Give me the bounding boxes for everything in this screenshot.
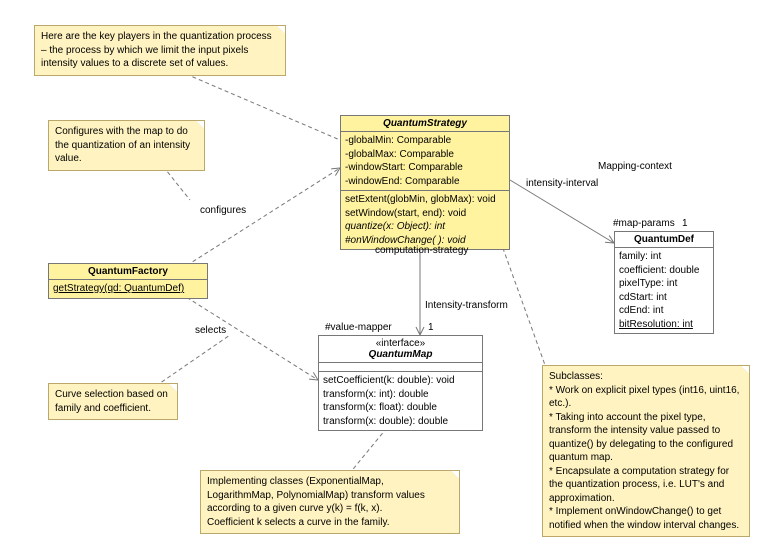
note-configures-text: Configures with the map to do the quanti… — [55, 126, 190, 164]
class-name: QuantumMap — [369, 349, 433, 360]
op-getstrategy: getStrategy(qd: QuantumDef) — [53, 283, 184, 294]
class-name: QuantumStrategy — [383, 118, 467, 129]
label-map-params: #map-params — [613, 218, 675, 229]
class-name: QuantumDef — [634, 234, 694, 245]
attr-cdstart: cdStart: int — [619, 291, 709, 305]
note-intro: Here are the key players in the quantiza… — [34, 25, 286, 76]
attr-bitresolution: bitResolution: int — [619, 318, 709, 332]
class-attrs: family: int coefficient: double pixelTyp… — [615, 248, 713, 333]
attr-coefficient: coefficient: double — [619, 264, 709, 278]
attr-globalmax: -globalMax: Comparable — [345, 148, 505, 162]
op-transform-int: transform(x: int): double — [323, 388, 478, 402]
label-map-params-mult: 1 — [682, 218, 688, 229]
op-transform-float: transform(x: float): double — [323, 401, 478, 415]
op-quantize: quantize(x: Object): int — [345, 220, 505, 234]
class-ops: setCoefficient(k: double): void transfor… — [319, 372, 482, 430]
note-configures: Configures with the map to do the quanti… — [48, 120, 205, 171]
attr-family: family: int — [619, 250, 709, 264]
label-value-mapper: #value-mapper — [325, 322, 392, 333]
note-intro-text: Here are the key players in the quantiza… — [41, 31, 272, 69]
class-ops: getStrategy(qd: QuantumDef) — [49, 280, 207, 298]
op-transform-double: transform(x: double): double — [323, 415, 478, 429]
label-selects: selects — [195, 325, 226, 336]
note-subclasses-text: Subclasses: * Work on explicit pixel typ… — [549, 371, 739, 531]
class-ops: setExtent(globMin, globMax): void setWin… — [341, 191, 509, 249]
note-mapimpl-text: Implementing classes (ExponentialMap, Lo… — [207, 476, 425, 528]
note-selects-text: Curve selection based on family and coef… — [55, 389, 168, 414]
class-title: QuantumFactory — [49, 264, 207, 280]
op-setwindow: setWindow(start, end): void — [345, 207, 505, 221]
attr-windowstart: -windowStart: Comparable — [345, 161, 505, 175]
label-intensity-transform: Intensity-transform — [425, 300, 508, 311]
attr-globalmin: -globalMin: Comparable — [345, 134, 505, 148]
label-value-mapper-mult: 1 — [428, 322, 434, 333]
note-selects: Curve selection based on family and coef… — [48, 383, 178, 420]
label-intensity-interval: intensity-interval — [526, 178, 598, 189]
label-computation-strategy: computation-strategy — [375, 245, 468, 256]
label-configures: configures — [200, 205, 246, 216]
class-quantum-factory: QuantumFactory getStrategy(qd: QuantumDe… — [48, 263, 208, 299]
op-setcoefficient: setCoefficient(k: double): void — [323, 374, 478, 388]
op-setextent: setExtent(globMin, globMax): void — [345, 193, 505, 207]
note-subclasses: Subclasses: * Work on explicit pixel typ… — [542, 365, 750, 537]
attr-cdend: cdEnd: int — [619, 304, 709, 318]
class-stereo: «interface» — [323, 338, 478, 349]
class-title: QuantumDef — [615, 232, 713, 248]
attr-pixeltype: pixelType: int — [619, 277, 709, 291]
attr-windowend: -windowEnd: Comparable — [345, 175, 505, 189]
class-quantum-strategy: QuantumStrategy -globalMin: Comparable -… — [340, 115, 510, 250]
class-quantum-map: «interface» QuantumMap setCoefficient(k:… — [318, 335, 483, 431]
class-quantum-def: QuantumDef family: int coefficient: doub… — [614, 231, 714, 334]
class-attrs-empty — [319, 363, 482, 372]
label-mapping-context: Mapping-context — [598, 161, 672, 172]
class-title: «interface» QuantumMap — [319, 336, 482, 363]
class-title: QuantumStrategy — [341, 116, 509, 132]
class-name: QuantumFactory — [88, 266, 168, 277]
note-mapimpl: Implementing classes (ExponentialMap, Lo… — [200, 470, 460, 534]
class-attrs: -globalMin: Comparable -globalMax: Compa… — [341, 132, 509, 191]
